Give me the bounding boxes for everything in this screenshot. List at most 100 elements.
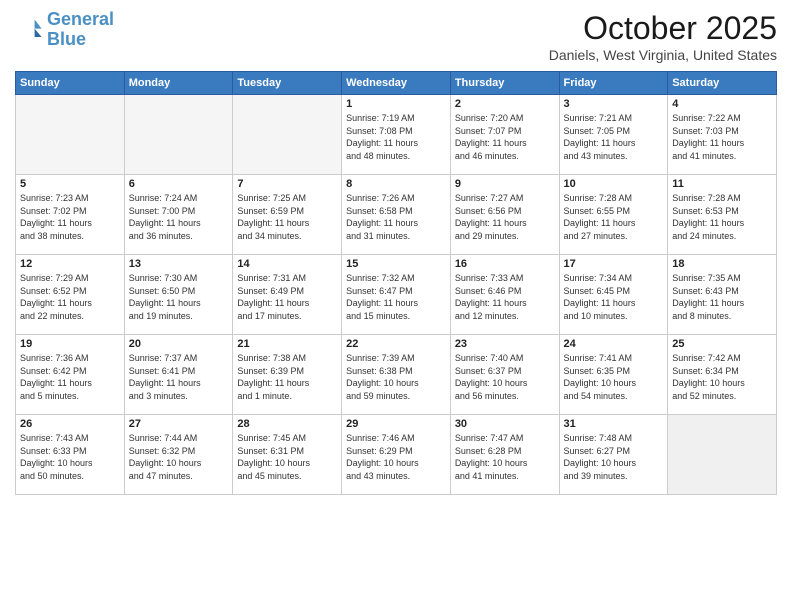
calendar-day: 1 Sunrise: 7:19 AM Sunset: 7:08 PM Daylig… (342, 95, 451, 175)
calendar-day: 30 Sunrise: 7:47 AM Sunset: 6:28 PM Dayli… (450, 415, 559, 495)
day-number: 20 (129, 338, 229, 350)
day-number: 19 (20, 338, 120, 350)
col-monday: Monday (124, 72, 233, 95)
day-info: Sunrise: 7:21 AM Sunset: 7:05 PM Dayligh… (564, 112, 664, 162)
day-number: 1 (346, 98, 446, 110)
calendar-day: 8 Sunrise: 7:26 AM Sunset: 6:58 PM Daylig… (342, 175, 451, 255)
calendar-day: 5Sunrise: 7:23 AM Sunset: 7:02 PM Daylig… (16, 175, 125, 255)
month-title: October 2025 (549, 10, 777, 47)
calendar-day: 23 Sunrise: 7:40 AM Sunset: 6:37 PM Dayli… (450, 335, 559, 415)
col-tuesday: Tuesday (233, 72, 342, 95)
day-info: Sunrise: 7:38 AM Sunset: 6:39 PM Dayligh… (237, 352, 337, 402)
calendar-day: 13 Sunrise: 7:30 AM Sunset: 6:50 PM Dayli… (124, 255, 233, 335)
calendar-day: 25Sunrise: 7:42 AM Sunset: 6:34 PM Dayli… (668, 335, 777, 415)
day-info: Sunrise: 7:19 AM Sunset: 7:08 PM Dayligh… (346, 112, 446, 162)
calendar-day: 18 Sunrise: 7:35 AM Sunset: 6:43 PM Dayli… (668, 255, 777, 335)
day-number: 18 (672, 258, 772, 270)
calendar-day: 26 Sunrise: 7:43 AM Sunset: 6:33 PM Dayli… (16, 415, 125, 495)
day-number: 23 (455, 338, 555, 350)
col-thursday: Thursday (450, 72, 559, 95)
calendar-day: 12 Sunrise: 7:29 AM Sunset: 6:52 PM Dayli… (16, 255, 125, 335)
calendar-day: 10 Sunrise: 7:28 AM Sunset: 6:55 PM Dayli… (559, 175, 668, 255)
calendar-day: 24 Sunrise: 7:41 AM Sunset: 6:35 PM Dayli… (559, 335, 668, 415)
day-info: Sunrise: 7:35 AM Sunset: 6:43 PM Dayligh… (672, 272, 772, 322)
calendar-day: 31 Sunrise: 7:48 AM Sunset: 6:27 PM Dayli… (559, 415, 668, 495)
day-info: Sunrise: 7:32 AM Sunset: 6:47 PM Dayligh… (346, 272, 446, 322)
day-info: Sunrise: 7:26 AM Sunset: 6:58 PM Dayligh… (346, 192, 446, 242)
main-container: General Blue October 2025 Daniels, West … (0, 0, 792, 500)
day-number: 31 (564, 418, 664, 430)
day-number: 8 (346, 178, 446, 190)
day-info: Sunrise: 7:40 AM Sunset: 6:37 PM Dayligh… (455, 352, 555, 402)
logo: General Blue (15, 10, 114, 50)
calendar-day: 11Sunrise: 7:28 AM Sunset: 6:53 PM Dayli… (668, 175, 777, 255)
col-saturday: Saturday (668, 72, 777, 95)
day-info: Sunrise: 7:33 AM Sunset: 6:46 PM Dayligh… (455, 272, 555, 322)
day-info: Sunrise: 7:30 AM Sunset: 6:50 PM Dayligh… (129, 272, 229, 322)
day-info: Sunrise: 7:41 AM Sunset: 6:35 PM Dayligh… (564, 352, 664, 402)
col-sunday: Sunday (16, 72, 125, 95)
day-number: 7 (237, 178, 337, 190)
day-number: 4 (672, 98, 772, 110)
calendar-day: 3 Sunrise: 7:21 AM Sunset: 7:05 PM Daylig… (559, 95, 668, 175)
calendar-day (668, 415, 777, 495)
day-number: 24 (564, 338, 664, 350)
day-number: 27 (129, 418, 229, 430)
calendar-week-4: 19 Sunrise: 7:36 AM Sunset: 6:42 PM Dayli… (16, 335, 777, 415)
day-number: 2 (455, 98, 555, 110)
calendar-day: 17Sunrise: 7:34 AM Sunset: 6:45 PM Dayli… (559, 255, 668, 335)
day-number: 10 (564, 178, 664, 190)
day-info: Sunrise: 7:46 AM Sunset: 6:29 PM Dayligh… (346, 432, 446, 482)
calendar-day: 15Sunrise: 7:32 AM Sunset: 6:47 PM Dayli… (342, 255, 451, 335)
calendar-table: Sunday Monday Tuesday Wednesday Thursday… (15, 71, 777, 495)
calendar-day: 2Sunrise: 7:20 AM Sunset: 7:07 PM Daylig… (450, 95, 559, 175)
calendar-day: 4Sunrise: 7:22 AM Sunset: 7:03 PM Daylig… (668, 95, 777, 175)
day-number: 14 (237, 258, 337, 270)
calendar-day: 7Sunrise: 7:25 AM Sunset: 6:59 PM Daylig… (233, 175, 342, 255)
day-info: Sunrise: 7:24 AM Sunset: 7:00 PM Dayligh… (129, 192, 229, 242)
header-row: Sunday Monday Tuesday Wednesday Thursday… (16, 72, 777, 95)
day-info: Sunrise: 7:23 AM Sunset: 7:02 PM Dayligh… (20, 192, 120, 242)
day-info: Sunrise: 7:28 AM Sunset: 6:55 PM Dayligh… (564, 192, 664, 242)
day-info: Sunrise: 7:36 AM Sunset: 6:42 PM Dayligh… (20, 352, 120, 402)
day-number: 30 (455, 418, 555, 430)
day-info: Sunrise: 7:43 AM Sunset: 6:33 PM Dayligh… (20, 432, 120, 482)
day-number: 29 (346, 418, 446, 430)
day-info: Sunrise: 7:45 AM Sunset: 6:31 PM Dayligh… (237, 432, 337, 482)
calendar-day: 16Sunrise: 7:33 AM Sunset: 6:46 PM Dayli… (450, 255, 559, 335)
day-number: 3 (564, 98, 664, 110)
calendar-week-2: 5Sunrise: 7:23 AM Sunset: 7:02 PM Daylig… (16, 175, 777, 255)
calendar-week-1: 1 Sunrise: 7:19 AM Sunset: 7:08 PM Daylig… (16, 95, 777, 175)
day-number: 28 (237, 418, 337, 430)
day-info: Sunrise: 7:48 AM Sunset: 6:27 PM Dayligh… (564, 432, 664, 482)
day-info: Sunrise: 7:47 AM Sunset: 6:28 PM Dayligh… (455, 432, 555, 482)
title-block: October 2025 Daniels, West Virginia, Uni… (549, 10, 777, 63)
calendar-day (233, 95, 342, 175)
day-info: Sunrise: 7:42 AM Sunset: 6:34 PM Dayligh… (672, 352, 772, 402)
calendar-day (124, 95, 233, 175)
day-number: 17 (564, 258, 664, 270)
col-wednesday: Wednesday (342, 72, 451, 95)
day-info: Sunrise: 7:37 AM Sunset: 6:41 PM Dayligh… (129, 352, 229, 402)
calendar-day: 27Sunrise: 7:44 AM Sunset: 6:32 PM Dayli… (124, 415, 233, 495)
logo-text: General Blue (47, 10, 114, 50)
calendar-week-5: 26 Sunrise: 7:43 AM Sunset: 6:33 PM Dayli… (16, 415, 777, 495)
calendar-week-3: 12 Sunrise: 7:29 AM Sunset: 6:52 PM Dayli… (16, 255, 777, 335)
day-number: 13 (129, 258, 229, 270)
day-info: Sunrise: 7:39 AM Sunset: 6:38 PM Dayligh… (346, 352, 446, 402)
calendar-day: 9Sunrise: 7:27 AM Sunset: 6:56 PM Daylig… (450, 175, 559, 255)
day-number: 12 (20, 258, 120, 270)
day-info: Sunrise: 7:27 AM Sunset: 6:56 PM Dayligh… (455, 192, 555, 242)
day-number: 11 (672, 178, 772, 190)
calendar-day: 22Sunrise: 7:39 AM Sunset: 6:38 PM Dayli… (342, 335, 451, 415)
day-number: 26 (20, 418, 120, 430)
calendar-day: 20 Sunrise: 7:37 AM Sunset: 6:41 PM Dayli… (124, 335, 233, 415)
day-info: Sunrise: 7:29 AM Sunset: 6:52 PM Dayligh… (20, 272, 120, 322)
day-number: 6 (129, 178, 229, 190)
location-title: Daniels, West Virginia, United States (549, 47, 777, 63)
calendar-day: 14Sunrise: 7:31 AM Sunset: 6:49 PM Dayli… (233, 255, 342, 335)
day-number: 21 (237, 338, 337, 350)
logo-icon (15, 16, 43, 44)
col-friday: Friday (559, 72, 668, 95)
calendar-day: 19 Sunrise: 7:36 AM Sunset: 6:42 PM Dayli… (16, 335, 125, 415)
